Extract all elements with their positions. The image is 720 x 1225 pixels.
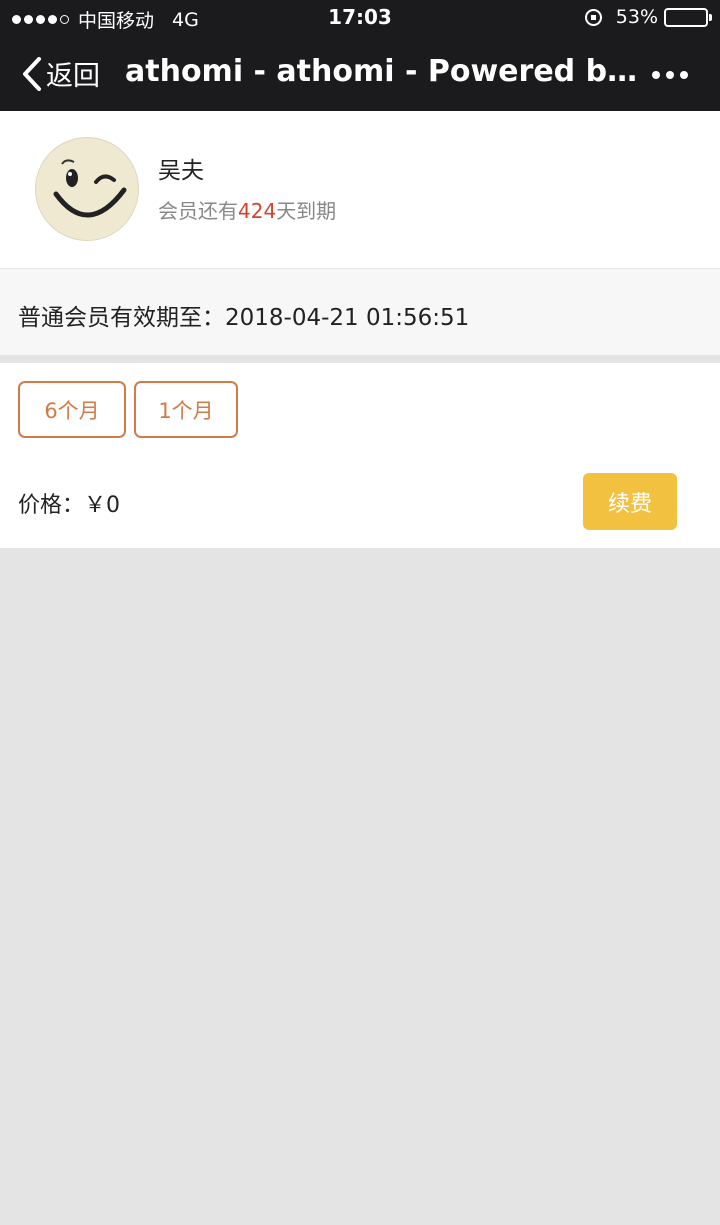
user-name: 吴夫	[158, 158, 204, 184]
page-title: athomi - athomi - Powered by W...	[125, 54, 640, 89]
remaining-suffix: 天到期	[276, 199, 337, 223]
battery-percent: 53%	[615, 6, 658, 28]
membership-remaining: 会员还有424天到期	[158, 195, 336, 224]
chevron-left-icon	[23, 56, 41, 91]
profile-card: 吴夫 会员还有424天到期	[0, 111, 720, 269]
rotation-lock-icon	[584, 8, 602, 26]
validity-text: 普通会员有效期至：2018-04-21 01:56:51	[18, 305, 470, 331]
top-bar: 中国移动 4G 17:03 53% 返回 athomi - athomi - P…	[0, 0, 720, 111]
more-menu-button[interactable]	[646, 71, 688, 79]
renew-button[interactable]: 续费	[583, 473, 677, 530]
smiley-face-icon	[38, 140, 138, 240]
more-dot-icon	[666, 71, 674, 79]
back-label: 返回	[46, 61, 100, 92]
remaining-days: 424	[238, 199, 277, 223]
back-button[interactable]: 返回	[22, 54, 100, 93]
avatar	[35, 137, 139, 241]
renew-panel: 6个月 1个月 价格：￥0 续费	[0, 363, 720, 548]
nav-bar: 返回 athomi - athomi - Powered by W...	[0, 38, 720, 111]
status-bar: 中国移动 4G 17:03 53%	[0, 0, 720, 38]
more-dot-icon	[652, 71, 660, 79]
plan-option-1-month[interactable]: 1个月	[134, 381, 238, 438]
battery-icon	[664, 7, 712, 27]
plan-option-6-months[interactable]: 6个月	[18, 381, 126, 438]
price-label: 价格：￥0	[18, 493, 120, 518]
remaining-prefix: 会员还有	[158, 199, 238, 223]
status-right: 53%	[584, 6, 712, 28]
more-dot-icon	[680, 71, 688, 79]
plan-options: 6个月 1个月	[18, 381, 246, 438]
validity-section: 普通会员有效期至：2018-04-21 01:56:51	[0, 269, 720, 355]
